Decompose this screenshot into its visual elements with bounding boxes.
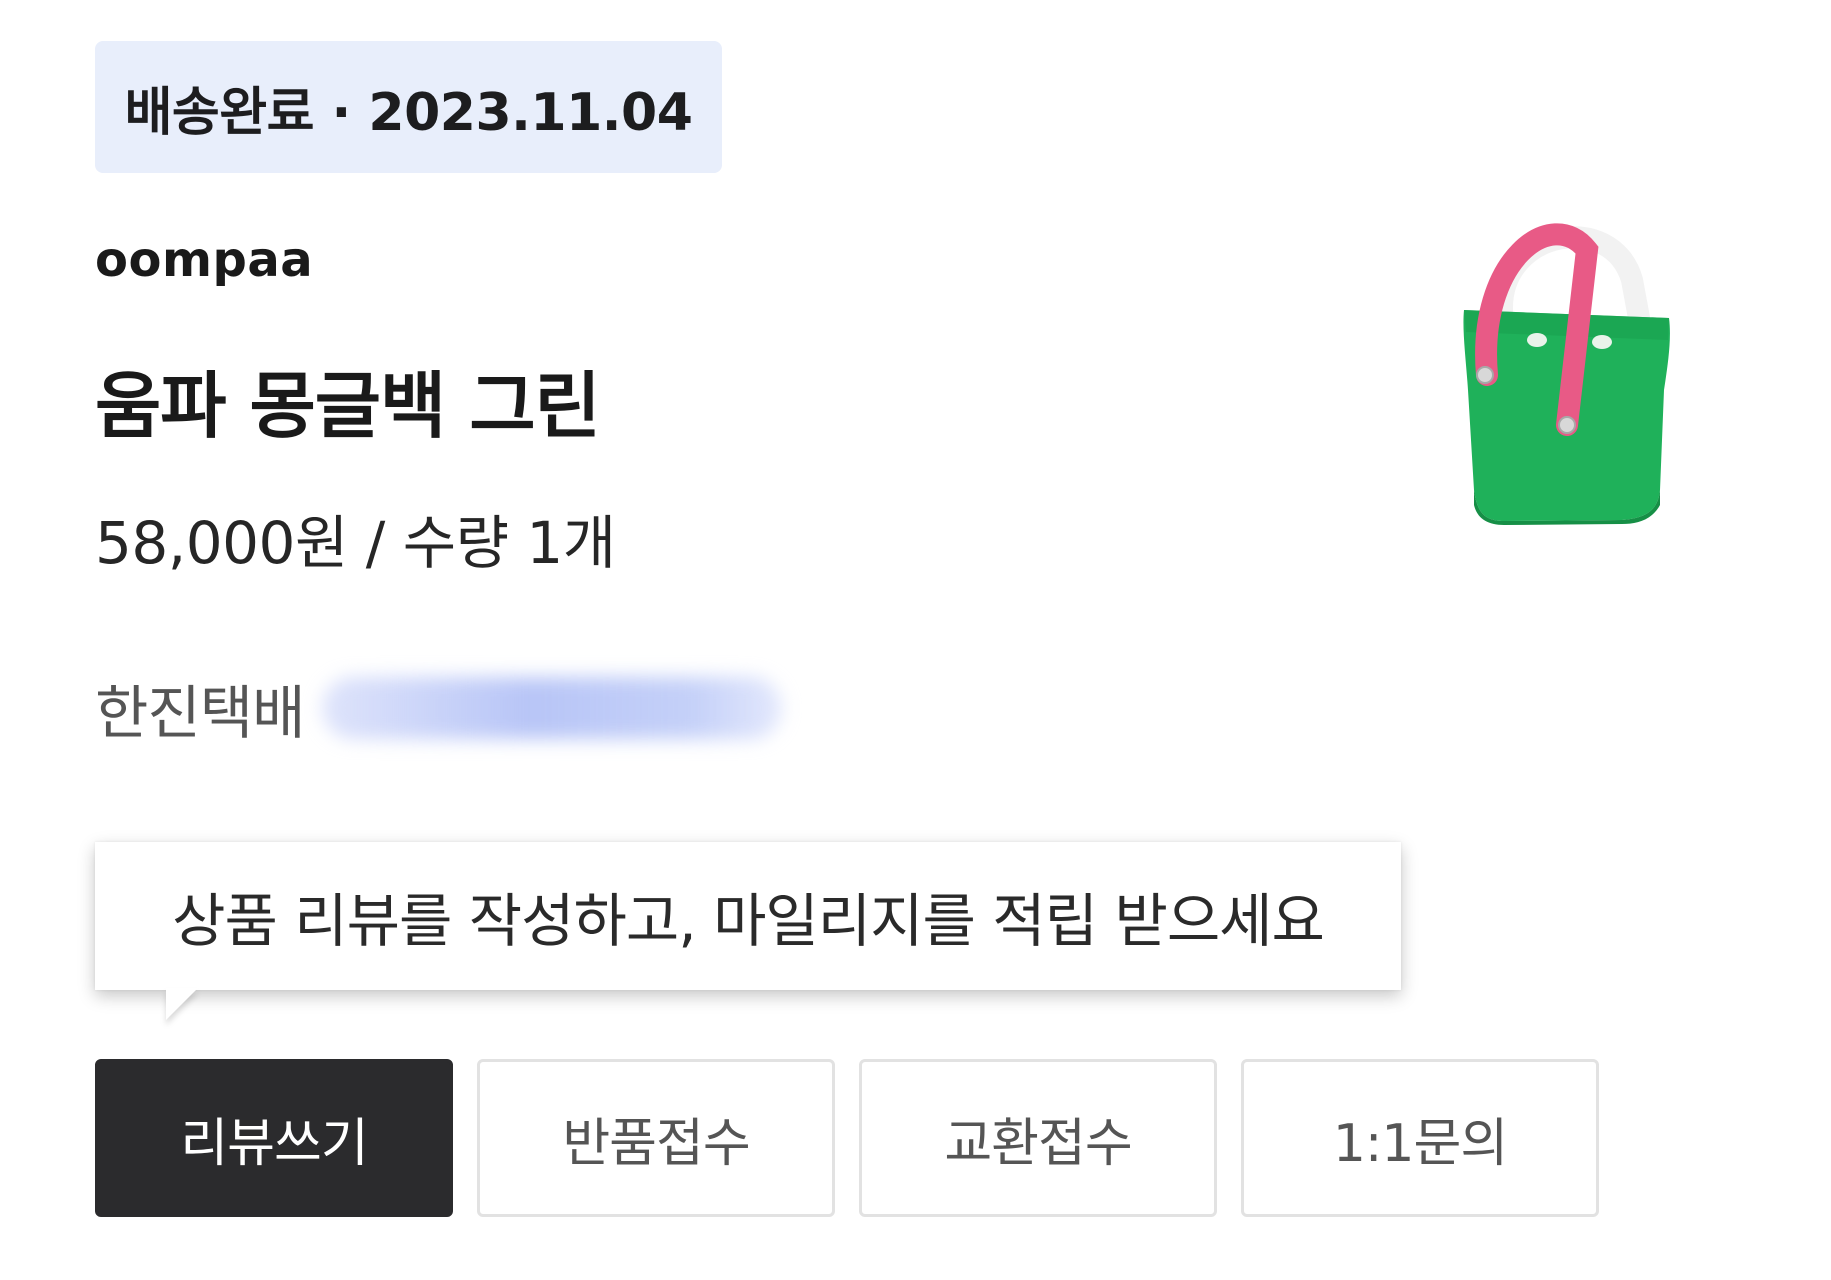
tracking-number-redacted[interactable] [322,677,783,739]
price-quantity: 58,000원 / 수량 1개 [95,509,616,577]
brand-name[interactable]: oompaa [95,232,313,288]
product-thumbnail[interactable] [1382,190,1682,550]
carrier-name: 한진택배 [95,679,305,747]
delivery-status-badge: 배송완료 · 2023.11.04 [95,41,722,173]
write-review-button[interactable]: 리뷰쓰기 [95,1059,453,1217]
exchange-request-button[interactable]: 교환접수 [859,1059,1217,1217]
order-item-card: 배송완료 · 2023.11.04 oompaa 움파 몽글백 그린 58,00… [0,0,1831,1280]
inquiry-button[interactable]: 1:1문의 [1241,1059,1599,1217]
tooltip-arrow [166,988,198,1020]
green-tote-bag-icon [1463,223,1670,525]
review-mileage-tooltip: 상품 리뷰를 작성하고, 마일리지를 적립 받으세요 [95,842,1401,990]
return-request-button[interactable]: 반품접수 [477,1059,835,1217]
order-action-buttons: 리뷰쓰기 반품접수 교환접수 1:1문의 [95,1059,1599,1217]
product-name[interactable]: 움파 몽글백 그린 [95,347,601,452]
shipping-info: 한진택배 [95,668,783,748]
